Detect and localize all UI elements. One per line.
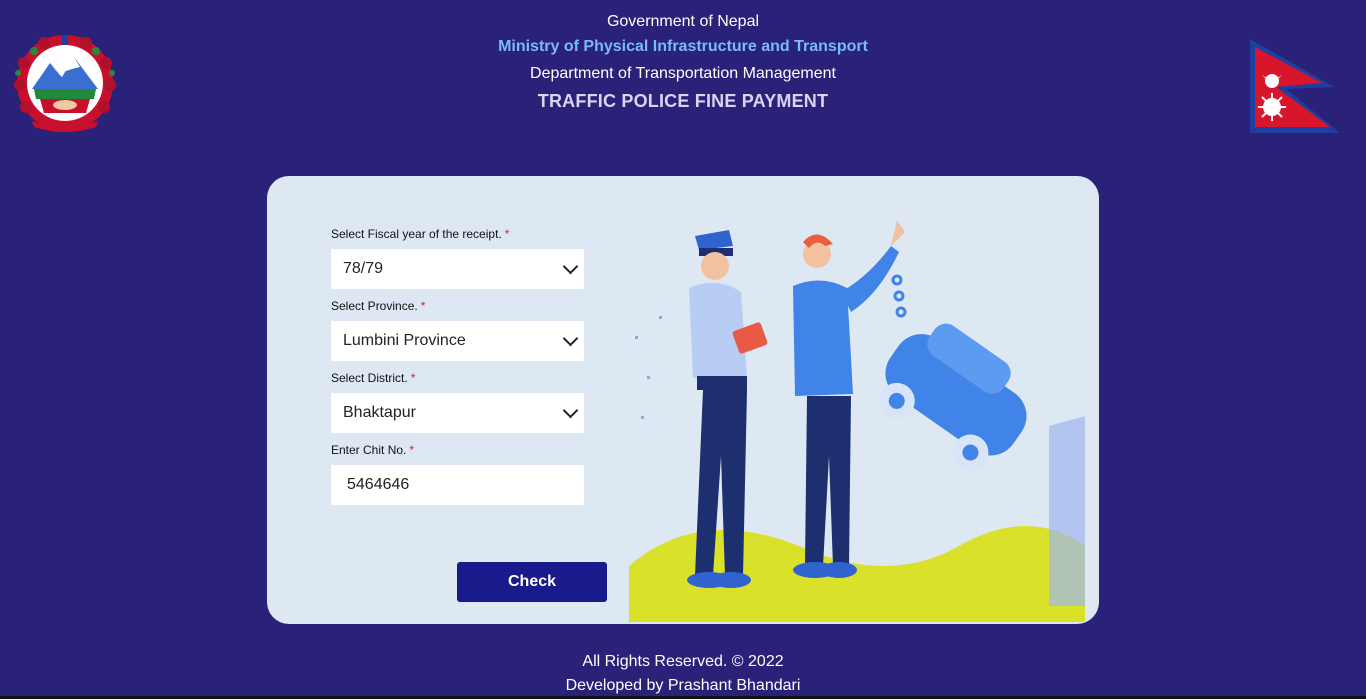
check-button[interactable]: Check [457,562,607,602]
fiscal-year-select[interactable]: 78/79 [331,249,584,289]
chit-number-label: Enter Chit No. * [331,443,415,457]
chit-number-value: 5464646 [347,476,410,493]
traffic-police-illustration [629,220,1085,622]
chevron-down-icon [562,258,579,275]
required-mark: * [410,371,416,385]
required-mark: * [504,227,510,241]
chit-number-input[interactable]: 5464646 [331,465,584,505]
copyright-text: All Rights Reserved. © 2022 [582,653,784,670]
province-value: Lumbini Province [343,332,466,349]
required-mark: * [409,443,415,457]
department-title: Department of Transportation Management [530,65,836,82]
district-select[interactable]: Bhaktapur [331,393,584,433]
ministry-title: Ministry of Physical Infrastructure and … [498,38,868,55]
province-label: Select Province. * [331,299,426,313]
page-header: Government of Nepal Ministry of Physical… [0,10,1366,115]
developer-credit: Developed by Prashant Bhandari [565,677,801,694]
district-value: Bhaktapur [343,404,416,421]
district-label: Select District. * [331,371,416,385]
province-select[interactable]: Lumbini Province [331,321,584,361]
chevron-down-icon [562,402,579,419]
chevron-down-icon [562,330,579,347]
page-footer: All Rights Reserved. © 2022 Developed by… [0,650,1366,698]
fiscal-year-label: Select Fiscal year of the receipt. * [331,227,510,241]
fine-payment-card: Select Fiscal year of the receipt. * 78/7… [267,176,1099,624]
fiscal-year-value: 78/79 [343,260,384,277]
government-title: Government of Nepal [606,13,760,30]
page-title: TRAFFIC POLICE FINE PAYMENT [537,91,829,111]
fine-check-form: Select Fiscal year of the receipt. * 78/7… [331,226,607,602]
required-mark: * [420,299,426,313]
